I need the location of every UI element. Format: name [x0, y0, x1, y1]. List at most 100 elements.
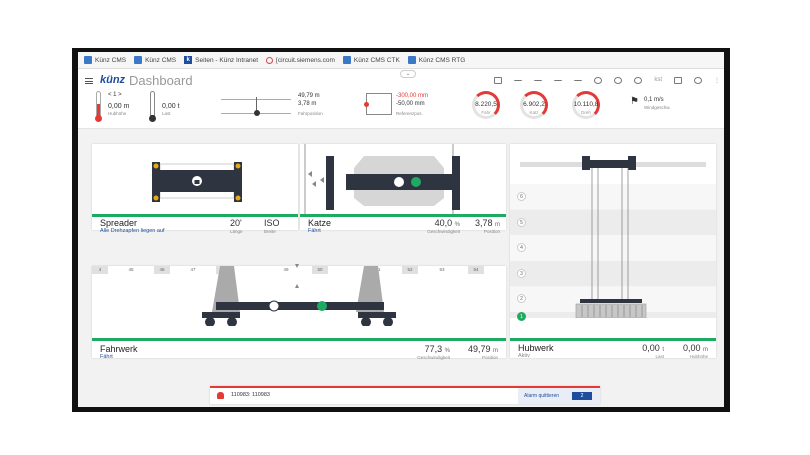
katze-speed: 40,0 % [420, 218, 460, 228]
level-row[interactable]: 2 [510, 286, 716, 312]
rotate-counter-label: Dreh [581, 110, 591, 115]
katze-pos-value: 3,78 [474, 218, 493, 228]
bookmark-kunz-cms-1[interactable]: Künz CMS [84, 56, 126, 64]
hamburger-menu-icon[interactable] [85, 78, 93, 84]
spreader-card[interactable]: Spreader Alle Drehzapfen liegen auf 20' … [92, 144, 298, 234]
trolley-value-1: 49,79 m [298, 93, 320, 99]
katze-speed-label: Geschwindigkeit [427, 229, 460, 234]
trolley-icon[interactable] [514, 80, 523, 84]
acknowledge-alarm-button[interactable]: Alarm quittieren 2 [518, 388, 600, 404]
wind-icon: ⚑ [630, 96, 639, 107]
gauge-row: < 1 > 0,00 m Hubhöhe 0,00 t Last 49,79 m… [78, 89, 724, 127]
hoist-height-thermometer [95, 91, 102, 122]
gantry-beam [216, 302, 384, 310]
trolley-counter-value: 6.902,2 [523, 101, 545, 108]
twistlock-bl [153, 195, 159, 201]
wheel [383, 317, 393, 326]
hubwerk-height-unit: m [703, 347, 708, 353]
wind-label: Windgeschw. [644, 105, 671, 110]
bookmark-kunz-rtg[interactable]: Künz CMS RTG [407, 56, 465, 64]
fahrwerk-title: Fahrwerk [100, 344, 138, 354]
bookmark-intranet[interactable]: k Seiten - Künz Intranet [184, 56, 258, 64]
left-bogie [202, 312, 240, 318]
bookmark-kunz-ctk[interactable]: Künz CMS CTK [342, 56, 400, 64]
hoist-head [586, 160, 632, 168]
grid-icon[interactable] [494, 76, 503, 84]
hubwerk-card[interactable]: 6 5 4 3 2 1 Hubwerk Aktiv 0,00 t Last 0,… [510, 144, 716, 359]
page-title: Dashboard [129, 73, 193, 88]
alarm-message: 110983: 110983 [231, 392, 270, 398]
level-row[interactable]: 5 [510, 210, 716, 236]
offset-value-1: -300,00 mm [396, 93, 429, 99]
gantry-counter-label: Fahr [481, 110, 491, 115]
level-row[interactable]: 1 [510, 312, 716, 338]
gear-icon[interactable] [614, 76, 623, 84]
hoist-head-right [628, 156, 636, 170]
hubwerk-height-value: 0,00 [682, 343, 701, 353]
fullscreen-icon[interactable] [674, 76, 682, 84]
katze-left-leg [326, 156, 334, 210]
fahrwerk-position: 49,79 m [454, 344, 498, 354]
katze-rail-left [304, 144, 306, 214]
fahrwerk-speed-label: Geschwindigkeit [417, 355, 450, 360]
level-number: 2 [517, 294, 526, 304]
katze-arrow-left [320, 177, 324, 183]
fahrwerk-speed: 77,3 % [410, 344, 450, 354]
level-number: 4 [517, 243, 526, 253]
spreader-length-label: Länge [230, 229, 243, 234]
spreader-subtitle: Alle Drehzapfen liegen auf [100, 228, 165, 234]
fahrwerk-speed-unit: % [444, 348, 450, 354]
wheel [227, 317, 237, 326]
twistlock-tr [235, 163, 241, 169]
crane-icon [134, 56, 143, 64]
katze-subtitle: Fährt [308, 228, 321, 234]
katze-card[interactable]: Katze Fährt 40,0 % Geschwindigkeit 3,78 … [300, 144, 506, 234]
more-vertical-icon[interactable]: ⋮ [714, 77, 720, 84]
position-marker-bottom [295, 284, 299, 288]
kunz-logo: künz [100, 74, 126, 86]
bookmark-kunz-cms-2[interactable]: Künz CMS [134, 56, 176, 64]
katze-diagram [304, 144, 460, 214]
spreader-status-strip [92, 214, 298, 217]
google-icon [266, 56, 274, 64]
level-number: 3 [517, 268, 526, 278]
crosshair-icon[interactable] [594, 76, 603, 84]
app-header: künz Dashboard ⌄ kst ⋮ < 1 > 0,00 m Hubh… [78, 69, 724, 129]
user-icon[interactable] [634, 76, 643, 84]
fahrwerk-pos-label: Position [481, 355, 498, 360]
bookmark-label: Künz CMS CTK [353, 56, 400, 64]
spreader-icon[interactable] [554, 80, 563, 84]
spreader-iso-label: Breite [264, 229, 276, 234]
hubwerk-load: 0,00 t [630, 343, 664, 353]
gantry-icon[interactable] [534, 80, 543, 84]
app-screen: Künz CMS Künz CMS k Seiten - Künz Intrane… [78, 52, 724, 407]
hubwerk-load-label: Last [655, 354, 664, 359]
fahrwerk-diagram [202, 264, 396, 326]
chevron-down-icon[interactable]: ⌄ [400, 70, 416, 78]
spreader-iso-value: ISO [264, 218, 280, 228]
level-number-active: 1 [517, 312, 526, 321]
bookmark-label: Künz CMS [95, 56, 127, 64]
bookmark-circuit[interactable]: [circuit.siemens.com [266, 56, 335, 64]
alarm-bar: 110983: 110983 Alarm quittieren 2 [210, 386, 600, 404]
katze-position: 3,78 m [462, 218, 500, 228]
level-row[interactable]: 3 [510, 261, 716, 287]
hoist-label: Hubhöhe [108, 111, 127, 116]
spreader-title: Spreader [100, 218, 138, 228]
trolley-counter-label: Katz [529, 110, 539, 115]
level-row[interactable]: 6 [510, 184, 716, 210]
alarm-count-badge: 2 [572, 392, 592, 400]
katze-status-strip [300, 214, 506, 217]
crane-icon [84, 56, 92, 64]
reference-position-dot [364, 102, 369, 107]
katze-speed-value: 40,0 [434, 218, 453, 228]
katze-pos-unit: m [495, 222, 500, 228]
fahrwerk-card[interactable]: 4 45 46 47 48 49 50 51 52 53 54 [92, 264, 506, 360]
hoist-head-left [582, 156, 590, 170]
offset-value-2: -50,00 mm [396, 101, 425, 107]
level-row[interactable]: 4 [510, 235, 716, 261]
crane-icon [342, 56, 351, 64]
gantry-counter-value: 8.220,5 [475, 101, 497, 108]
level-number: 5 [517, 217, 526, 227]
hoist-icon[interactable] [574, 80, 583, 84]
